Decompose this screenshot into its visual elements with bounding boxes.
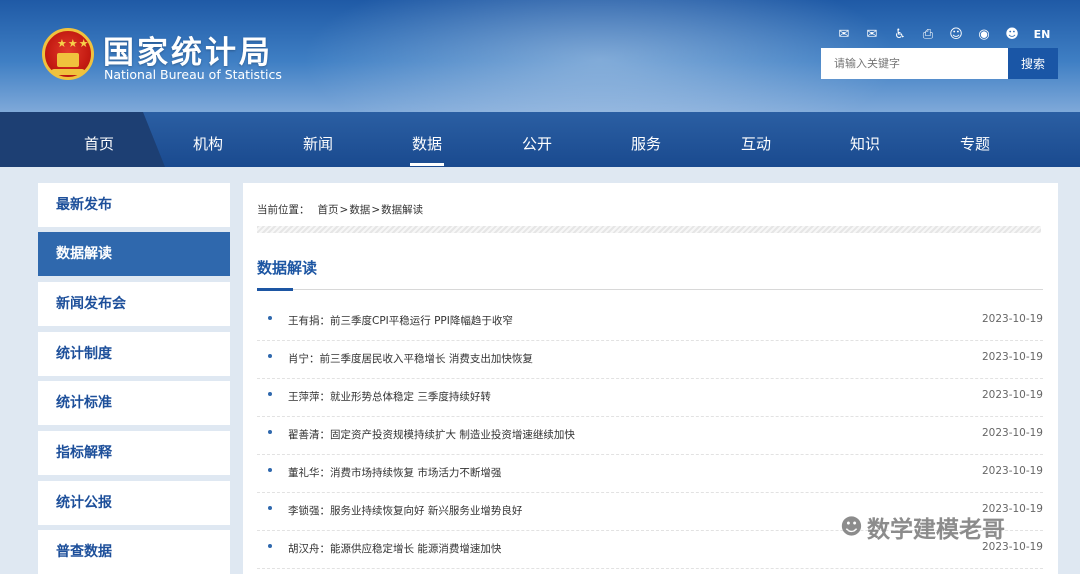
emblem-gate	[57, 53, 79, 67]
article-date: 2023-10-19	[981, 465, 1043, 477]
watermark: ☻ 数学建模老哥	[840, 510, 1005, 544]
sidebar-item-statistical-standards[interactable]: 统计标准	[38, 381, 230, 425]
weibo-icon[interactable]: ◉	[970, 26, 998, 44]
breadcrumb-home[interactable]: 首页	[318, 204, 339, 216]
bullet-icon	[268, 392, 272, 396]
article-row[interactable]: 王有捐：前三季度CPI平稳运行 PPI降幅趋于收窄 2023-10-19	[257, 303, 1043, 341]
nav-item-interaction[interactable]: 互动	[711, 112, 801, 167]
wechat-icon[interactable]: ☻	[998, 26, 1026, 44]
article-row[interactable]: 肖宁：前三季度居民收入平稳增长 消费支出加快恢复 2023-10-19	[257, 341, 1043, 379]
breadcrumb-sep: >	[339, 204, 349, 216]
site-title-en[interactable]: National Bureau of Statistics	[104, 67, 282, 82]
article-title[interactable]: 肖宁：前三季度居民收入平稳增长 消费支出加快恢复	[288, 351, 533, 366]
watermark-text: 数学建模老哥	[866, 517, 1005, 543]
article-title[interactable]: 王萍萍：就业形势总体稳定 三季度持续好转	[288, 389, 491, 404]
sidebar-item-latest[interactable]: 最新发布	[38, 183, 230, 227]
site-title-cn[interactable]: 国家统计局	[103, 27, 273, 72]
nav-item-knowledge[interactable]: 知识	[820, 112, 910, 167]
article-row[interactable]: 王萍萍：就业形势总体稳定 三季度持续好转 2023-10-19	[257, 379, 1043, 417]
sidebar-item-statistical-system[interactable]: 统计制度	[38, 332, 230, 376]
article-row[interactable]: 翟善清：固定资产投资规模持续扩大 制造业投资增速继续加快 2023-10-19	[257, 417, 1043, 455]
sidebar-item-indicator-explanation[interactable]: 指标解释	[38, 431, 230, 475]
section-title: 数据解读	[257, 259, 318, 277]
main-nav: 首页 机构 新闻 数据 公开 服务 互动 知识 专题	[0, 112, 1080, 167]
nav-item-public[interactable]: 公开	[492, 112, 582, 167]
wechat-watermark-icon: ☻	[840, 514, 863, 540]
search-input[interactable]	[821, 48, 1008, 79]
sidebar-item-census-data[interactable]: 普查数据	[38, 530, 230, 574]
article-date: 2023-10-19	[981, 389, 1043, 401]
bullet-icon	[268, 544, 272, 548]
breadcrumb-data[interactable]: 数据	[349, 204, 370, 216]
emblem-stars: ★★★	[57, 37, 90, 50]
sidebar-item-statistical-bulletin[interactable]: 统计公报	[38, 481, 230, 525]
bullet-icon	[268, 354, 272, 358]
article-date: 2023-10-19	[981, 351, 1043, 363]
section-divider	[257, 288, 1043, 291]
header-glow	[300, 0, 900, 112]
sidebar-item-data-interpretation[interactable]: 数据解读	[38, 232, 230, 276]
article-date: 2023-10-19	[981, 313, 1043, 325]
bullet-icon	[268, 316, 272, 320]
english-link[interactable]: EN	[1026, 26, 1058, 44]
article-date: 2023-10-19	[981, 427, 1043, 439]
accessibility-icon[interactable]: ♿	[886, 26, 914, 44]
robot-icon[interactable]: ☺	[942, 26, 970, 44]
article-title[interactable]: 王有捐：前三季度CPI平稳运行 PPI降幅趋于收窄	[288, 313, 513, 328]
breadcrumb-label: 当前位置：	[257, 204, 310, 216]
bullet-icon	[268, 506, 272, 510]
nav-item-data[interactable]: 数据	[382, 112, 472, 167]
nav-item-services[interactable]: 服务	[601, 112, 691, 167]
bullet-icon	[268, 430, 272, 434]
article-title[interactable]: 董礼华：消费市场持续恢复 市场活力不断增强	[288, 465, 501, 480]
section-divider-accent	[257, 288, 293, 291]
breadcrumb-sep: >	[371, 204, 381, 216]
print-icon[interactable]: ⎙	[914, 26, 942, 44]
article-title[interactable]: 李锁强：服务业持续恢复向好 新兴服务业增势良好	[288, 503, 522, 518]
search-button[interactable]: 搜索	[1008, 48, 1058, 79]
mail-icon[interactable]: ✉	[830, 26, 858, 44]
decorative-stripe	[257, 226, 1041, 233]
nav-item-news[interactable]: 新闻	[273, 112, 363, 167]
breadcrumb-current[interactable]: 数据解读	[381, 204, 423, 216]
national-emblem-logo[interactable]: ★★★	[42, 28, 94, 80]
emblem-base	[51, 69, 85, 75]
site-header: ★★★ 国家统计局 National Bureau of Statistics …	[0, 0, 1080, 112]
breadcrumb: 当前位置： 首页>数据>数据解读	[257, 202, 423, 217]
header-toolbar: ✉ ✉ ♿ ⎙ ☺ ◉ ☻ EN	[830, 26, 1058, 44]
nav-item-topics[interactable]: 专题	[930, 112, 1020, 167]
nav-item-organization[interactable]: 机构	[163, 112, 253, 167]
nav-item-home[interactable]: 首页	[54, 112, 144, 167]
sidebar-item-press-conference[interactable]: 新闻发布会	[38, 282, 230, 326]
article-title[interactable]: 胡汉舟：能源供应稳定增长 能源消费增速加快	[288, 541, 501, 556]
article-row[interactable]: 董礼华：消费市场持续恢复 市场活力不断增强 2023-10-19	[257, 455, 1043, 493]
mail-settings-icon[interactable]: ✉	[858, 26, 886, 44]
bullet-icon	[268, 468, 272, 472]
article-title[interactable]: 翟善清：固定资产投资规模持续扩大 制造业投资增速继续加快	[288, 427, 575, 442]
